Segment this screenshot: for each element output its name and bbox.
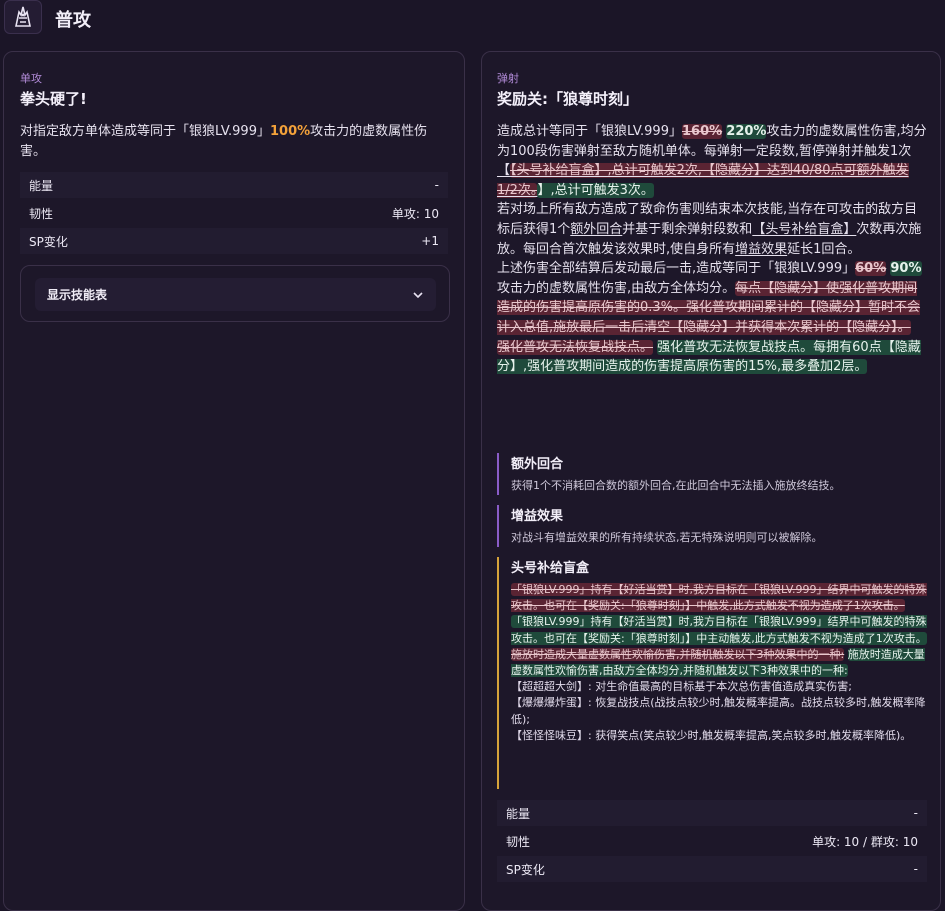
stat-label: 韧性 [29,206,54,221]
character-avatar [4,0,42,34]
stat-row-energy: 能量 - [497,800,927,826]
keyword-extra-turn: 额外回合 [570,221,623,237]
stat-value: 单攻: 10 [391,206,439,221]
stat-label: SP变化 [506,862,545,877]
stat-value: +1 [421,234,439,248]
stat-row-sp: SP变化 - [497,856,927,882]
stat-label: 能量 [506,806,531,821]
removed-text: 强化普攻无法恢复战技点。 [497,339,654,355]
glossary-body: 「银狼LV.999」持有【好活当赏】时,我方目标在「银狼LV.999」结界中可触… [511,583,927,742]
skill-type-label: 弹射 [497,72,519,85]
stat-row-toughness: 韧性 单攻: 10 / 群攻: 10 [497,828,927,854]
skill-card-enhanced: 弹射 奖励关:「狼尊时刻」 造成总计等同于「银狼LV.999」160% 220%… [481,51,941,911]
glossary-body: 获得1个不消耗回合数的额外回合,在此回合中无法插入施放终结技。 [511,479,841,492]
show-skill-table-label: 显示技能表 [47,288,108,302]
glossary-title: 头号补给盲盒 [511,561,590,576]
skill-type-label: 单攻 [20,72,42,85]
skill-name: 奖励关:「狼尊时刻」 [497,90,638,108]
added-text: 】,总计可触发3次。 [537,182,654,198]
skill-description: 对指定敌方单体造成等同于「银狼LV.999」100%攻击力的虚数属性伤害。 [20,124,428,159]
glossary-buff: 增益效果 对战斗有增益效果的所有持续状态,若无特殊说明则可以被解除。 [497,505,927,547]
stat-label: 能量 [29,178,54,193]
show-skill-table-button[interactable]: 显示技能表 [35,278,436,311]
added-value: 90% [890,261,922,277]
stat-row-toughness: 韧性 单攻: 10 [20,200,448,226]
stat-value: - [913,806,918,820]
stat-row-sp: SP变化 +1 [20,228,448,254]
glossary-extra-turn: 额外回合 获得1个不消耗回合数的额外回合,在此回合中无法插入施放终结技。 [497,453,927,495]
damage-multiplier: 100% [269,124,311,139]
keyword-buff: 增益效果 [735,241,788,257]
stat-value: - [434,178,439,192]
added-value: 220% [726,124,767,139]
removed-value: 60% [855,261,887,277]
glossary-title: 增益效果 [511,509,564,524]
wolf-emblem-icon [15,6,31,27]
removed-value: 160% [681,124,723,139]
keyword-supply-box: 【头号补给盲盒】 [752,221,857,237]
glossary-supply-box: 头号补给盲盒 「银狼LV.999」持有【好活当赏】时,我方目标在「银狼LV.99… [497,557,927,789]
skill-card-basic: 单攻 拳头硬了! 对指定敌方单体造成等同于「银狼LV.999」100%攻击力的虚… [3,51,465,911]
stat-label: SP变化 [29,234,68,249]
skill-table-panel: 显示技能表 [20,265,450,322]
stat-value: 单攻: 10 / 群攻: 10 [812,834,918,849]
skill-name: 拳头硬了! [20,90,87,108]
top-bar: 普攻 [0,0,945,36]
glossary-title: 额外回合 [511,457,564,472]
glossary-body: 对战斗有增益效果的所有持续状态,若无特殊说明则可以被解除。 [511,531,823,544]
stat-value: - [913,862,918,876]
skill-description: 造成总计等同于「银狼LV.999」160% 220%攻击力的虚数属性伤害,均分为… [497,124,927,375]
stat-row-energy: 能量 - [20,172,448,198]
page-title: 普攻 [55,10,91,31]
stat-label: 韧性 [506,834,531,849]
chevron-down-icon [413,291,423,298]
